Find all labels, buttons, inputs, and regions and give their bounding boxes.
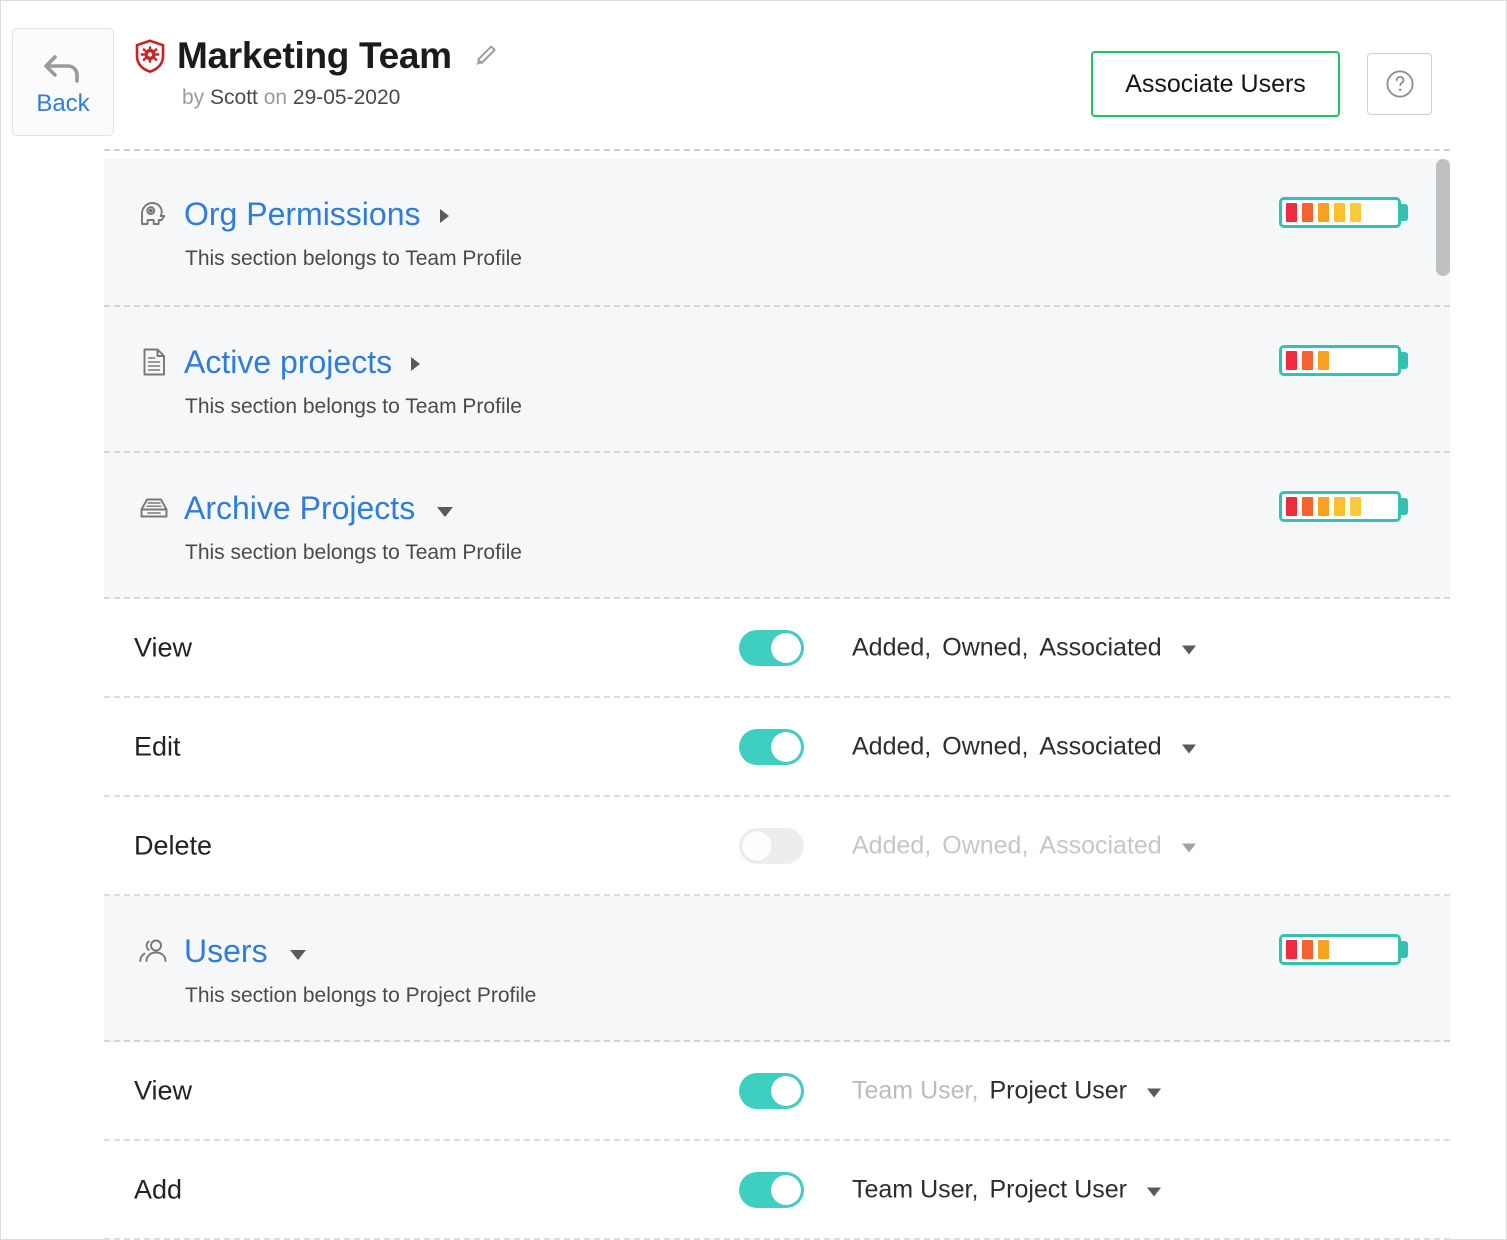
chevron-down-icon [1181, 843, 1196, 853]
byline-date: 29-05-2020 [292, 85, 401, 109]
permission-label: Edit [134, 731, 181, 761]
toggle-knob [771, 632, 801, 663]
associate-users-button[interactable]: Associate Users [1091, 51, 1340, 117]
section-active-projects[interactable]: Active projects This section belongs to … [104, 307, 1450, 453]
back-button-label: Back [36, 90, 90, 117]
section-users[interactable]: Users This section belongs to Project Pr… [104, 896, 1450, 1042]
permission-toggle[interactable] [739, 1072, 804, 1109]
permission-row-users-add: Add Team User, Project User [104, 1141, 1450, 1240]
toggle-knob [771, 1174, 801, 1205]
permission-value-dropdown[interactable]: Team User, Project User [852, 1076, 1161, 1105]
permission-value-dropdown[interactable]: Added, Owned, Associated [852, 732, 1196, 761]
meter-cap [1400, 498, 1408, 515]
value-token: Team User, [852, 1076, 979, 1104]
value-token: Project User [989, 1076, 1127, 1104]
section-meter [1279, 934, 1408, 965]
value-token: Associated [1039, 732, 1162, 760]
permissions-page: Back Marketing Team by Scott on 29-05-20… [0, 0, 1507, 1240]
meter-cap [1400, 204, 1408, 221]
permission-row-delete: Delete Added, Owned, Associated [104, 797, 1450, 896]
toggle-knob [771, 731, 801, 762]
permission-label: Add [134, 1174, 183, 1204]
sections-scroll-area: Org Permissions This section belongs to … [1, 149, 1507, 1240]
permission-value-dropdown[interactable]: Added, Owned, Associated [852, 633, 1196, 662]
value-token: Owned, [942, 831, 1029, 859]
permission-toggle[interactable] [739, 728, 804, 765]
permission-label: Delete [134, 830, 213, 860]
section-subtitle: This section belongs to Team Profile [185, 541, 522, 564]
chevron-down-icon[interactable] [437, 507, 454, 517]
permission-row-users-view: View Team User, Project User [104, 1042, 1450, 1141]
document-icon [137, 345, 171, 379]
head-gear-permissions-icon [137, 197, 171, 231]
section-meter [1279, 345, 1408, 376]
section-meter [1279, 197, 1408, 228]
chevron-right-icon[interactable] [439, 209, 449, 223]
section-meter [1279, 491, 1408, 522]
shield-gear-icon [134, 39, 166, 74]
byline-on: on [257, 85, 293, 109]
permission-value-dropdown[interactable]: Team User, Project User [852, 1175, 1161, 1204]
meter-bars [1279, 197, 1401, 228]
section-org-permissions[interactable]: Org Permissions This section belongs to … [104, 159, 1450, 307]
section-title[interactable]: Active projects [184, 346, 392, 378]
meter-bars [1279, 934, 1401, 965]
section-subtitle: This section belongs to Team Profile [185, 247, 522, 270]
section-subtitle: This section belongs to Project Profile [185, 984, 537, 1007]
value-token: Associated [1039, 831, 1162, 859]
chevron-down-icon [1181, 645, 1196, 655]
value-token: Owned, [942, 633, 1029, 661]
back-arrow-icon [40, 48, 86, 88]
chevron-down-icon [1146, 1187, 1161, 1197]
chevron-right-icon[interactable] [411, 357, 421, 371]
scrollbar-thumb[interactable] [1436, 159, 1450, 276]
permission-value-dropdown[interactable]: Added, Owned, Associated [852, 831, 1196, 860]
permission-label: View [134, 1075, 193, 1105]
permission-toggle[interactable] [739, 629, 804, 666]
help-button[interactable] [1367, 53, 1432, 115]
value-token: Team User, [852, 1175, 979, 1203]
meter-cap [1400, 941, 1408, 958]
question-mark-icon [1383, 67, 1417, 101]
permission-toggle[interactable] [739, 827, 804, 864]
chevron-down-icon [1181, 744, 1196, 754]
byline-author: Scott [210, 85, 258, 109]
value-token: Added, [852, 633, 932, 661]
section-title[interactable]: Org Permissions [184, 198, 421, 230]
meter-bars [1279, 491, 1401, 522]
value-token: Owned, [942, 732, 1029, 760]
value-token: Associated [1039, 633, 1162, 661]
section-archive-projects[interactable]: Archive Projects This section belongs to… [104, 453, 1450, 599]
value-token: Added, [852, 831, 932, 859]
chevron-down-icon [1146, 1088, 1161, 1098]
meter-cap [1400, 352, 1408, 369]
back-button[interactable]: Back [12, 28, 114, 136]
pencil-edit-icon[interactable] [463, 42, 499, 70]
value-token: Project User [989, 1175, 1127, 1203]
archive-tray-icon [137, 491, 171, 525]
title-block: Marketing Team by Scott on 29-05-2020 [134, 35, 499, 110]
byline-by: by [182, 85, 211, 109]
page-byline: by Scott on 29-05-2020 [182, 86, 499, 110]
section-subtitle: This section belongs to Team Profile [185, 395, 522, 418]
vertical-scrollbar[interactable] [1436, 151, 1450, 1239]
section-title[interactable]: Users [184, 935, 268, 967]
value-token: Added, [852, 732, 932, 760]
toggle-knob [771, 1075, 801, 1106]
permission-label: View [134, 632, 193, 662]
chevron-down-icon[interactable] [289, 950, 306, 960]
permission-row-edit: Edit Added, Owned, Associated [104, 698, 1450, 797]
permission-toggle[interactable] [739, 1171, 804, 1208]
section-title[interactable]: Archive Projects [184, 492, 415, 524]
users-group-icon [137, 934, 171, 968]
top-divider [104, 149, 1450, 151]
meter-bars [1279, 345, 1401, 376]
page-header: Back Marketing Team by Scott on 29-05-20… [1, 1, 1506, 149]
permission-row-view: View Added, Owned, Associated [104, 599, 1450, 698]
toggle-knob [742, 830, 772, 861]
page-title: Marketing Team [177, 35, 452, 76]
